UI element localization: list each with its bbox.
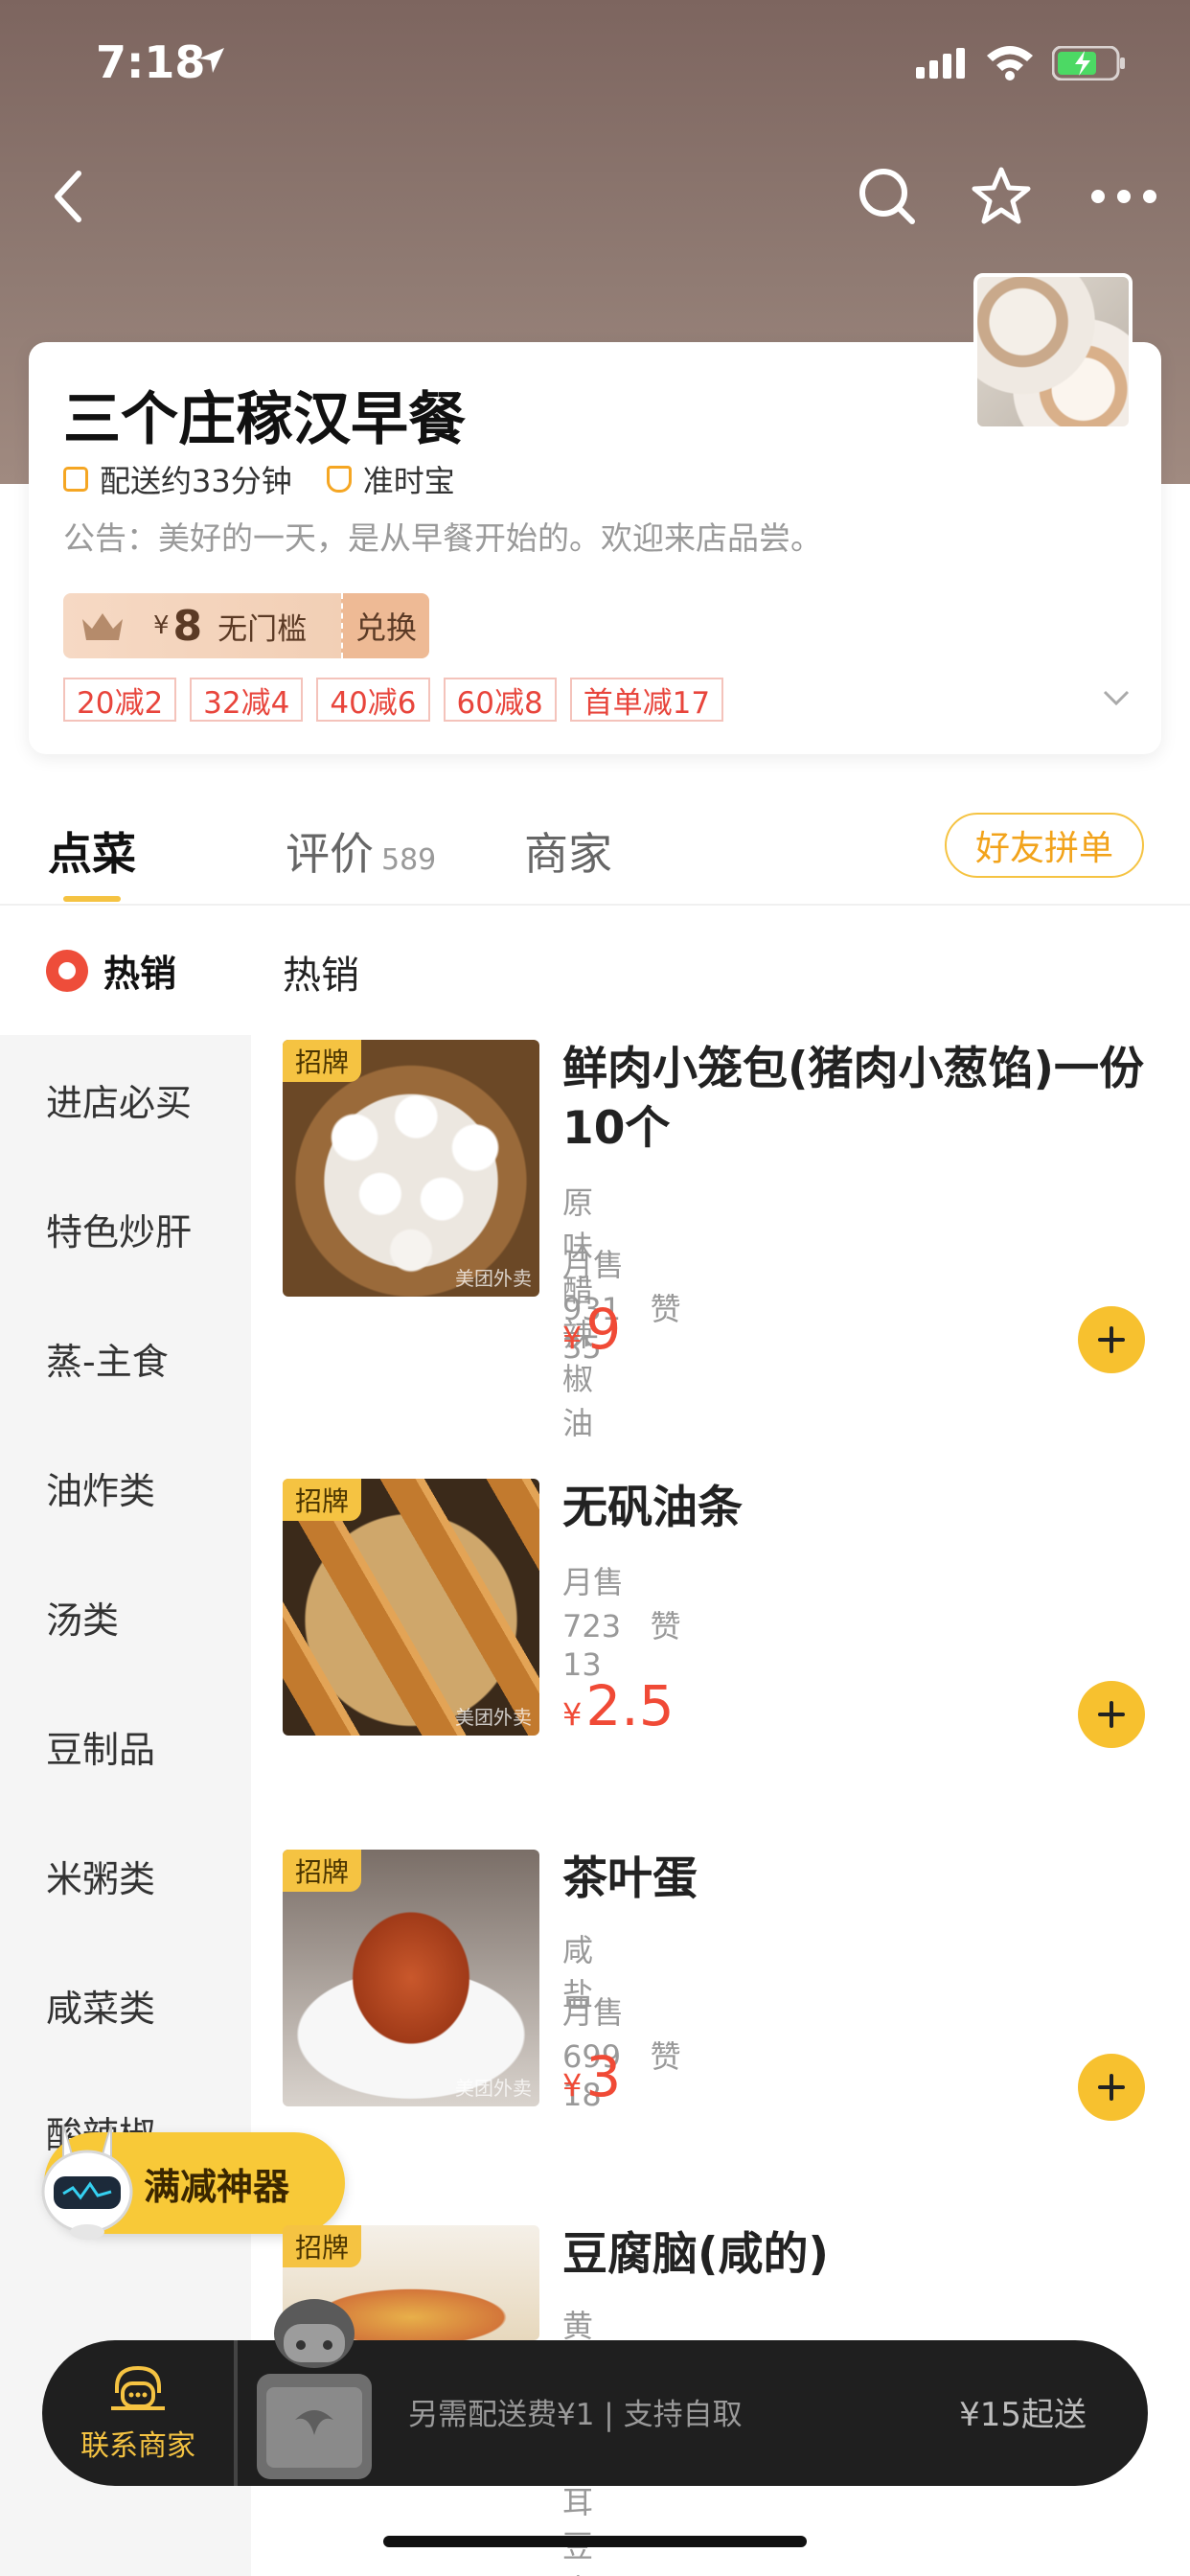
star-icon [972,167,1031,224]
clock-icon [63,467,88,492]
coupon-amount: 8 [172,601,203,651]
favorite-button[interactable] [963,158,1040,235]
food-sales: 月售723 [562,1564,625,1644]
food-image[interactable]: 招牌 美团外卖 [283,1479,539,1736]
category-item[interactable]: 米粥类 [46,1850,155,1902]
delivery-time: 配送约33分钟 [100,463,292,499]
signature-badge: 招牌 [283,2225,361,2267]
delivery-courier-icon [257,2299,372,2479]
plus-icon [1098,1326,1125,1353]
food-price: ¥9 [562,1297,621,1362]
category-item[interactable]: 进店必买 [46,1073,192,1126]
coupon-exchange-button[interactable]: 兑换 [341,593,429,658]
price-value: 3 [585,2044,622,2109]
customer-service-icon [111,2365,165,2410]
minimum-order: ¥15起送 [959,2396,1087,2434]
chevron-down-icon[interactable] [1102,687,1131,708]
signature-badge: 招牌 [283,1040,361,1082]
food-name: 鲜肉小笼包(猪肉小葱馅)一份10个 [562,1043,1144,1155]
search-icon [859,169,915,224]
add-to-cart-button[interactable] [1078,1306,1145,1373]
price-value: 2.5 [585,1673,675,1738]
tab-reviews-label: 评价 [286,828,374,880]
price-currency: ¥ [562,1696,583,1733]
plus-icon [1098,2074,1125,2101]
cart-bar[interactable]: 联系商家 另需配送费¥1 | 支持自取 ¥15起送 [42,2340,1148,2486]
food-name: 豆腐脑(咸的) [562,2228,829,2281]
back-button[interactable] [31,158,107,235]
coupon-value: ¥ 8 无门槛 [63,593,341,658]
contact-merchant-button[interactable]: 联系商家 [42,2340,238,2486]
location-arrow-icon [199,48,224,73]
store-notice: 公告：美好的一天，是从早餐开始的。欢迎来店品尝。 [63,519,822,557]
discount-tool-button[interactable]: 满减神器 [41,2124,345,2240]
discount-list: 20减2 32减4 40减6 60减8 首单减17 [63,678,724,722]
status-bar: 7:18 [0,0,1190,125]
status-time: 7:18 [96,36,206,88]
more-button[interactable] [1081,158,1167,235]
image-watermark: 美团外卖 [455,2077,532,2100]
signature-badge: 招牌 [283,1479,361,1521]
food-image[interactable]: 招牌 美团外卖 [283,1850,539,2106]
category-item[interactable]: 豆制品 [46,1720,155,1773]
contact-merchant-label: 联系商家 [80,2429,195,2463]
fire-icon [46,949,88,992]
price-value: 9 [585,1297,622,1362]
delivery-fee-info: 另需配送费¥1 | 支持自取 [408,2398,743,2432]
crown-icon [82,613,123,640]
food-image[interactable]: 招牌 美团外卖 [283,1040,539,1297]
food-name: 无矾油条 [562,1482,743,1534]
discount-tag: 首单减17 [569,678,724,722]
discount-tag: 20减2 [63,678,177,722]
guarantee-label[interactable]: 准时宝 [363,457,455,501]
food-name: 茶叶蛋 [562,1852,698,1905]
coupon-card[interactable]: ¥ 8 无门槛 兑换 [63,593,429,658]
review-count: 589 [381,843,437,877]
robot-mascot-icon [41,2124,133,2240]
price-currency: ¥ [562,2067,583,2104]
food-stats: 月售723 赞13 [562,1558,681,1683]
tab-reviews[interactable]: 评价 589 [286,819,436,883]
category-hot[interactable]: 热销 [0,906,251,1035]
coupon-currency: ¥ [153,611,170,640]
more-icon [1091,190,1156,203]
category-item[interactable]: 汤类 [46,1591,119,1644]
store-name: 三个庄稼汉早餐 [63,386,466,453]
battery-icon [1052,46,1125,80]
category-item[interactable]: 特色炒肝 [46,1203,192,1255]
discount-tag: 40减6 [316,678,430,722]
food-price: ¥2.5 [562,1673,675,1738]
store-page: 7:18 三个庄稼汉早餐 配送约33分钟 准时宝 公告：美好的一天，是从早餐开始… [0,0,1190,2576]
store-meta: 配送约33分钟 准时宝 [63,457,455,501]
discount-tool-label: 满减神器 [144,2165,290,2208]
image-watermark: 美团外卖 [455,1706,532,1729]
image-watermark: 美团外卖 [455,1267,532,1290]
home-indicator[interactable] [383,2536,807,2547]
category-item[interactable]: 蒸-主食 [46,1332,169,1385]
tab-merchant[interactable]: 商家 [524,819,612,883]
add-to-cart-button[interactable] [1078,1681,1145,1748]
price-currency: ¥ [562,1320,583,1356]
signature-badge: 招牌 [283,1850,361,1892]
category-hot-label: 热销 [103,953,177,995]
category-sidebar: 热销 进店必买 特色炒肝 蒸-主食 油炸类 汤类 豆制品 米粥类 咸菜类 酸辣椒 [0,906,251,2576]
category-item[interactable]: 咸菜类 [46,1979,155,2032]
search-button[interactable] [849,158,926,235]
back-icon [55,171,81,222]
discount-tag: 60减8 [443,678,557,722]
coupon-condition: 无门槛 [217,611,308,647]
add-to-cart-button[interactable] [1078,2054,1145,2121]
category-item[interactable]: 油炸类 [46,1461,155,1514]
plus-icon [1098,1701,1125,1728]
food-price: ¥3 [562,2044,621,2109]
tab-menu[interactable]: 点菜 [48,819,136,883]
store-thumbnail[interactable] [973,273,1133,430]
section-title: 热销 [283,954,359,998]
discount-tag: 32减4 [190,678,304,722]
group-order-button[interactable]: 好友拼单 [945,813,1144,878]
shield-icon [326,466,352,493]
wifi-icon [987,46,1033,80]
tab-indicator [63,896,121,902]
cellular-signal-icon [916,48,965,79]
